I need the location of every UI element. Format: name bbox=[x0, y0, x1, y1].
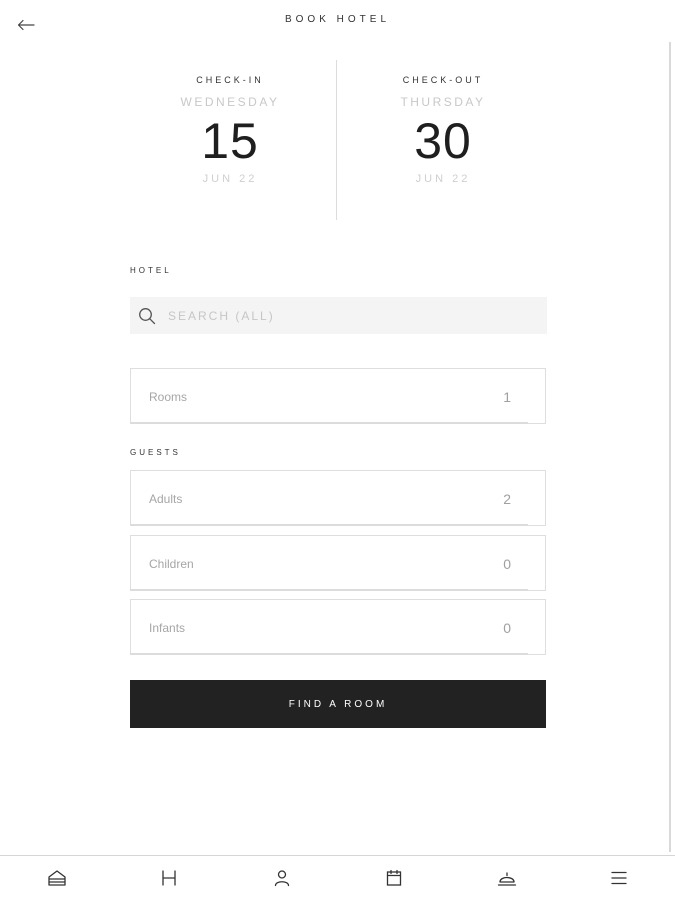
profile-icon bbox=[273, 869, 291, 887]
infants-field[interactable]: Infants 0 bbox=[130, 599, 546, 655]
check-in-weekday: WEDNESDAY bbox=[180, 95, 280, 109]
infants-label: Infants bbox=[149, 620, 186, 635]
field-underline bbox=[130, 589, 528, 591]
children-value: 0 bbox=[503, 555, 511, 572]
tab-room-service[interactable] bbox=[495, 866, 519, 890]
field-underline-tail bbox=[527, 423, 546, 424]
adults-field[interactable]: Adults 2 bbox=[130, 470, 546, 526]
field-underline bbox=[130, 524, 528, 526]
infants-value: 0 bbox=[503, 619, 511, 636]
check-out-label: CHECK-OUT bbox=[402, 75, 484, 85]
room-service-icon bbox=[497, 869, 517, 887]
check-out-day: 30 bbox=[414, 113, 472, 169]
field-underline bbox=[130, 422, 528, 424]
check-in-month: JUN 22 bbox=[202, 173, 258, 185]
rooms-field[interactable]: Rooms 1 bbox=[130, 368, 546, 424]
find-a-room-button[interactable]: FIND A ROOM bbox=[130, 680, 546, 728]
rooms-value: 1 bbox=[503, 388, 511, 405]
date-divider bbox=[336, 60, 337, 220]
children-label: Children bbox=[149, 556, 194, 571]
field-underline-tail bbox=[527, 525, 546, 526]
check-in-date[interactable]: CHECK-IN WEDNESDAY 15 JUN 22 bbox=[125, 60, 335, 185]
tab-calendar[interactable] bbox=[382, 866, 406, 890]
date-selector: CHECK-IN WEDNESDAY 15 JUN 22 CHECK-OUT T… bbox=[125, 60, 550, 220]
tab-menu[interactable] bbox=[607, 866, 631, 890]
tab-home[interactable] bbox=[45, 866, 69, 890]
menu-icon bbox=[610, 869, 628, 887]
calendar-icon bbox=[385, 869, 403, 887]
guests-section-label: GUESTS bbox=[130, 448, 181, 457]
bottom-tab-bar bbox=[0, 855, 675, 900]
adults-value: 2 bbox=[503, 490, 511, 507]
hotel-search-box[interactable] bbox=[130, 297, 547, 334]
hotel-search-input[interactable] bbox=[168, 308, 508, 323]
check-out-month: JUN 22 bbox=[415, 173, 471, 185]
book-hotel-screen: BOOK HOTEL CHECK-IN WEDNESDAY 15 JUN 22 … bbox=[0, 0, 675, 900]
hotel-section-label: HOTEL bbox=[130, 266, 172, 275]
field-underline-tail bbox=[527, 590, 546, 591]
scrollbar[interactable] bbox=[669, 42, 671, 852]
field-underline-tail bbox=[527, 654, 546, 655]
page-title: BOOK HOTEL bbox=[284, 14, 390, 25]
tab-hotel[interactable] bbox=[157, 866, 181, 890]
check-in-label: CHECK-IN bbox=[196, 75, 264, 85]
adults-label: Adults bbox=[149, 491, 183, 506]
hotel-icon bbox=[160, 869, 178, 887]
children-field[interactable]: Children 0 bbox=[130, 535, 546, 591]
check-out-weekday: THURSDAY bbox=[400, 95, 486, 109]
search-icon bbox=[136, 305, 158, 327]
field-underline bbox=[130, 653, 528, 655]
check-out-date[interactable]: CHECK-OUT THURSDAY 30 JUN 22 bbox=[338, 60, 548, 185]
tab-profile[interactable] bbox=[270, 866, 294, 890]
home-icon bbox=[47, 869, 67, 887]
rooms-label: Rooms bbox=[149, 389, 188, 404]
check-in-day: 15 bbox=[201, 113, 259, 169]
